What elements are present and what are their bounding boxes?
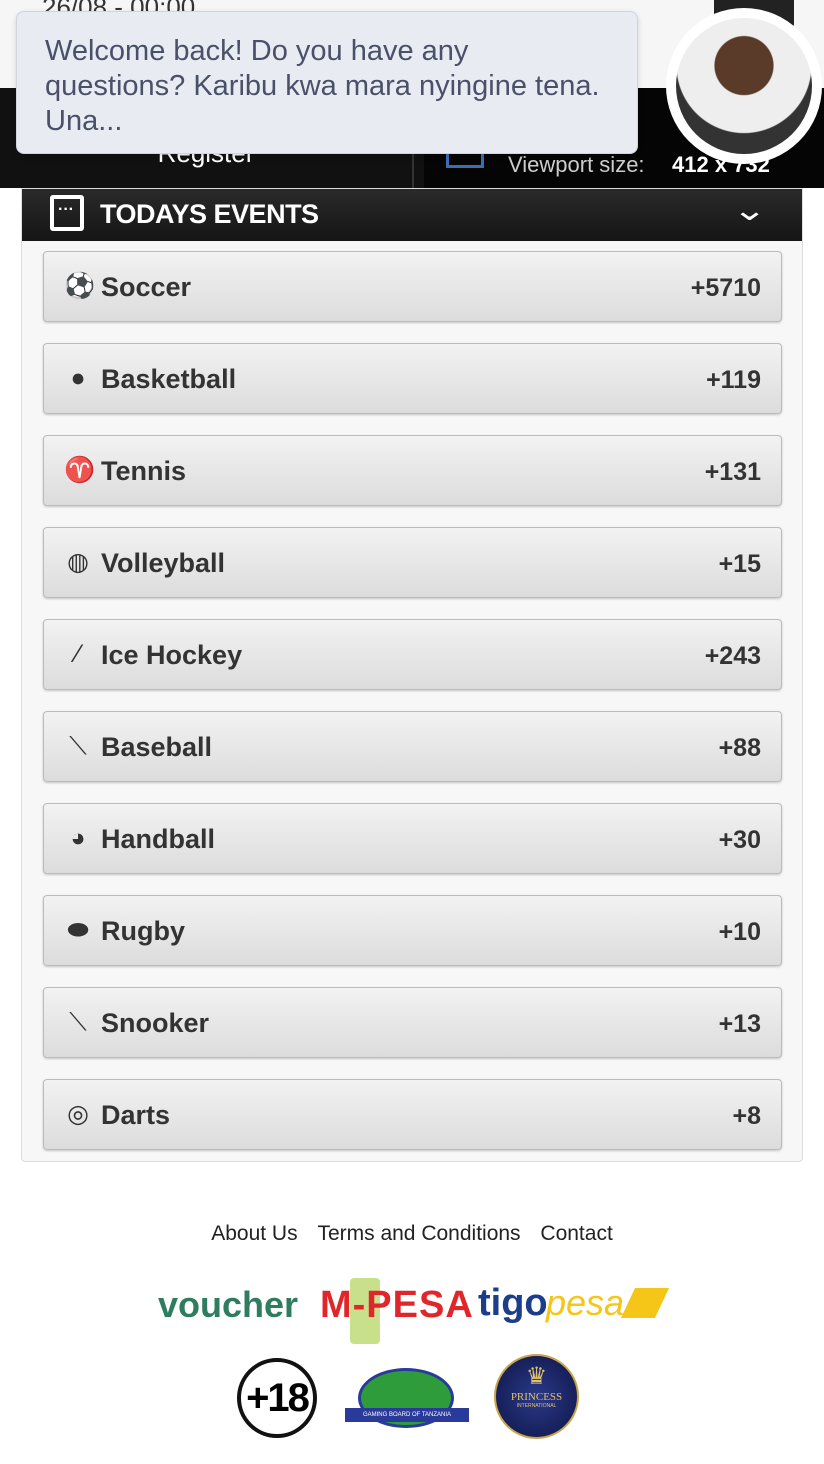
todays-events-panel: TODAYS EVENTS ⌄ ⚽Soccer +5710 ● Basketball +… (21, 188, 803, 1162)
sport-name: Basketball (101, 364, 237, 394)
sport-row-darts[interactable]: ◎ Darts +8 (43, 1079, 782, 1150)
chat-bubble[interactable]: Welcome back! Do you have any questions?… (16, 11, 638, 154)
event-count: +15 (718, 550, 761, 578)
sport-name: Rugby (101, 916, 185, 946)
sport-row-soccer[interactable]: ⚽ Soccer +5710 (43, 251, 782, 322)
events-title: TODAYS EVENTS (100, 199, 319, 229)
event-count: +88 (718, 734, 761, 762)
snooker-icon: ⟍ (69, 1008, 87, 1036)
event-count: +243 (704, 642, 761, 670)
rugby-icon: ⬬ (67, 916, 89, 944)
sport-row-snooker[interactable]: ⟍ Snooker +13 (43, 987, 782, 1058)
sport-name: Ice Hockey (101, 640, 243, 670)
sport-row-tennis[interactable]: ♈ Tennis +131 (43, 435, 782, 506)
age-18-logo: +18 (237, 1358, 317, 1438)
sport-name: Baseball (101, 732, 213, 762)
sport-name: Handball (101, 824, 216, 854)
sport-name: Volleyball (101, 548, 226, 578)
crown-icon: ♛ (525, 1363, 548, 1390)
sport-row-handball[interactable]: ◕ Handball +30 (43, 803, 782, 874)
tennis-icon: ♈ (64, 456, 96, 484)
event-count: +119 (706, 366, 761, 394)
chat-avatar[interactable] (666, 8, 822, 164)
event-count: +131 (704, 458, 761, 486)
handball-icon: ◕ (70, 824, 86, 852)
events-header[interactable]: TODAYS EVENTS ⌄ (22, 189, 802, 241)
event-count: +10 (718, 918, 761, 946)
darts-icon: ◎ (67, 1100, 89, 1128)
link-about-us[interactable]: About Us (211, 1222, 297, 1245)
mpesa-logo: M-PESA (320, 1284, 474, 1326)
footer-links: About Us Terms and Conditions Contact (0, 1222, 824, 1246)
sport-name: Tennis (101, 456, 187, 486)
volleyball-icon: ◍ (67, 548, 89, 576)
event-count: +30 (718, 826, 761, 854)
link-contact[interactable]: Contact (540, 1222, 612, 1245)
tigo-pesa-graphic (621, 1288, 669, 1318)
event-count: +13 (718, 1010, 761, 1038)
tigo-logo: tigo (478, 1282, 548, 1324)
soccer-ball-icon: ⚽ (64, 272, 96, 300)
viewport-label: Viewport size: (508, 152, 645, 177)
tigo-pesa-logo: pesa (546, 1282, 625, 1323)
event-count: +8 (732, 1102, 761, 1130)
link-terms[interactable]: Terms and Conditions (317, 1222, 520, 1245)
chevron-down-icon[interactable]: ⌄ (732, 193, 767, 228)
sport-name: Snooker (101, 1008, 210, 1038)
voucher-logo: voucher (158, 1284, 299, 1325)
sport-row-rugby[interactable]: ⬬ Rugby +10 (43, 895, 782, 966)
gaming-board-logo: GAMING BOARD OF TANZANIA (345, 1408, 469, 1422)
sport-row-ice-hockey[interactable]: ⁄ Ice Hockey +243 (43, 619, 782, 690)
sport-name: Darts (101, 1100, 171, 1130)
princess-logo: ♛ PRINCESS INTERNATIONAL (494, 1354, 579, 1439)
basketball-icon: ● (70, 364, 86, 392)
sport-row-baseball[interactable]: ⟍ Baseball +88 (43, 711, 782, 782)
event-count: +5710 (690, 274, 761, 302)
baseball-icon: ⟍ (69, 732, 87, 760)
sport-row-basketball[interactable]: ● Basketball +119 (43, 343, 782, 414)
sport-name: Soccer (101, 272, 192, 302)
sport-row-volleyball[interactable]: ◍ Volleyball +15 (43, 527, 782, 598)
calendar-icon (50, 195, 84, 231)
ice-hockey-icon: ⁄ (75, 640, 81, 668)
